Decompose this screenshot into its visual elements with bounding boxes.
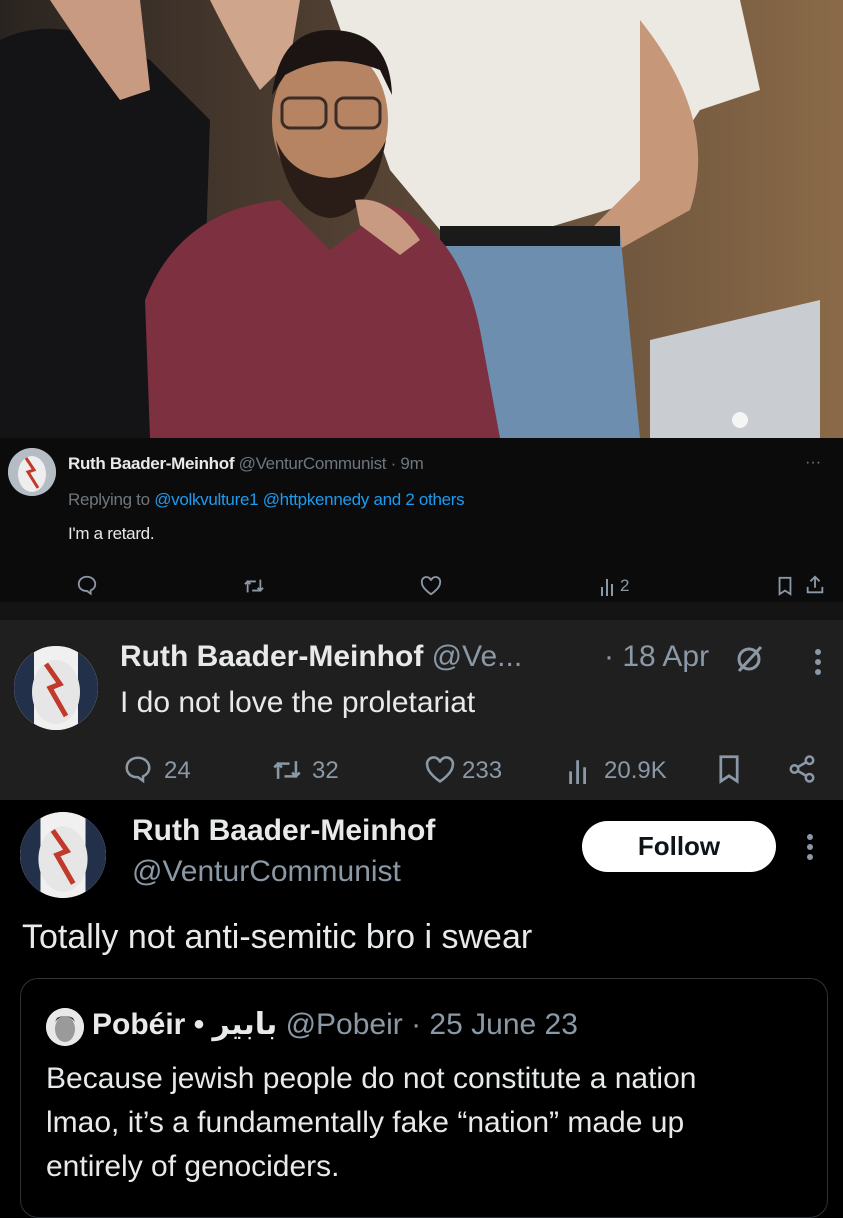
author-name[interactable]: Ruth Baader-Meinhof: [68, 454, 234, 473]
like-count: 233: [462, 757, 503, 784]
views-count: 20.9K: [604, 757, 667, 784]
author-avatar[interactable]: [20, 812, 106, 898]
mention-link[interactable]: @volkvulture1: [154, 490, 258, 509]
quoted-tweet-text: Because jewish people do not constitute …: [46, 1057, 696, 1189]
like-icon[interactable]: [420, 576, 442, 596]
quoted-text-line: lmao, it’s a fundamentally fake “nation”…: [46, 1106, 685, 1139]
quoted-text-line: Because jewish people do not constitute …: [46, 1062, 697, 1095]
tweet-text: Totally not anti-semitic bro i swear: [22, 918, 533, 956]
mention-link[interactable]: @httpkennedy: [263, 490, 370, 509]
author-avatar[interactable]: [8, 448, 56, 496]
quoted-author-name[interactable]: Pobéir • بابير: [92, 1008, 277, 1041]
more-options-icon[interactable]: ···: [805, 452, 821, 472]
photo-illustration: [0, 0, 843, 438]
author-handle[interactable]: @VenturCommunist: [132, 855, 401, 889]
tweet-date: · 18 Apr: [604, 640, 710, 673]
views-count: 2: [620, 576, 630, 595]
avatar-face-icon: [8, 448, 56, 496]
author-handle[interactable]: @VenturCommunist: [239, 454, 387, 473]
views-icon[interactable]: [566, 756, 592, 784]
grok-icon[interactable]: [734, 644, 764, 674]
section-divider: [0, 602, 843, 620]
views-icon[interactable]: 2: [600, 576, 629, 596]
tweet-time: · 9m: [390, 454, 424, 473]
like-icon[interactable]: [424, 756, 456, 784]
repost-icon[interactable]: [243, 576, 265, 596]
bookmark-icon[interactable]: [716, 754, 742, 784]
follow-button[interactable]: Follow: [582, 821, 776, 872]
avatar-face-icon: [20, 812, 106, 898]
quoted-author-handle[interactable]: @Pobeir: [286, 1008, 403, 1041]
share-icon[interactable]: [804, 574, 826, 596]
author-name[interactable]: Ruth Baader-Meinhof: [120, 640, 423, 673]
author-name[interactable]: Ruth Baader-Meinhof: [132, 814, 435, 848]
quoted-tweet-date: · 25 June 23: [411, 1008, 578, 1041]
tweet-text: I'm a retard.: [68, 524, 155, 543]
more-options-icon[interactable]: [814, 648, 822, 676]
more-options-icon[interactable]: [806, 833, 814, 861]
others-link[interactable]: and 2 others: [373, 490, 464, 509]
attached-photo[interactable]: [0, 0, 843, 438]
repost-icon[interactable]: [270, 756, 304, 784]
reply-icon[interactable]: [76, 574, 98, 596]
bookmark-icon[interactable]: [776, 576, 794, 596]
author-avatar[interactable]: [14, 646, 98, 730]
repost-count: 32: [312, 757, 339, 784]
author-handle[interactable]: @Ve...: [432, 640, 523, 673]
reply-count: 24: [164, 757, 191, 784]
avatar-face-icon: [46, 1008, 84, 1046]
tweet-text: I do not love the proletariat: [120, 686, 476, 719]
quoted-text-line: entirely of genociders.: [46, 1150, 340, 1183]
quoted-author-avatar[interactable]: [46, 1008, 84, 1046]
avatar-face-icon: [14, 646, 98, 730]
reply-icon[interactable]: [122, 754, 154, 784]
replying-to-label: Replying to: [68, 490, 150, 509]
share-icon[interactable]: [786, 754, 818, 784]
